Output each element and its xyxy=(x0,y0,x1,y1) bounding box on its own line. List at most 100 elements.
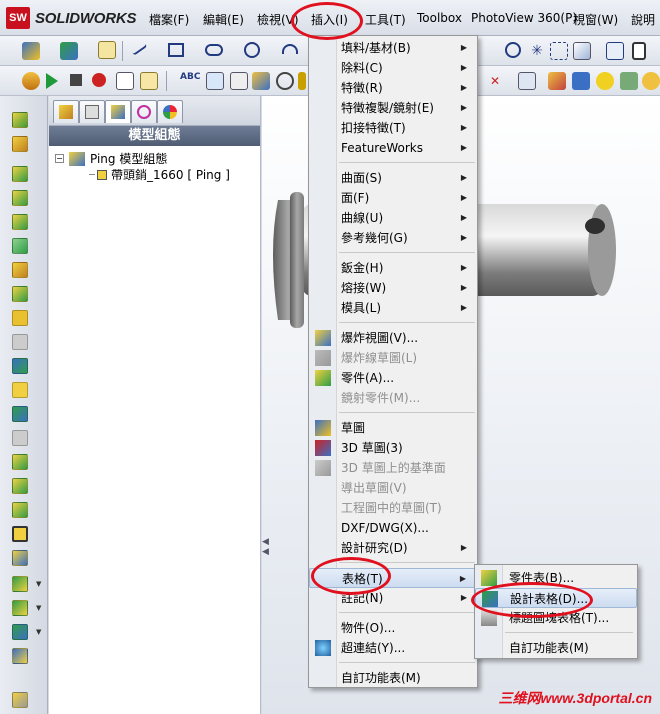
arc-icon[interactable] xyxy=(282,44,298,54)
tree-item-configuration-ping[interactable]: 帶頭銷_1660 [ Ping ] xyxy=(89,166,230,183)
hole-wizard-icon[interactable] xyxy=(12,526,28,542)
circle-icon[interactable] xyxy=(244,42,260,58)
submenu-item[interactable]: 設計表格(D)... xyxy=(475,588,637,608)
chevron-down-icon[interactable]: ▼ xyxy=(36,580,41,588)
tab-feature-tree[interactable] xyxy=(53,100,79,123)
section-properties-icon[interactable] xyxy=(276,72,294,90)
rebuild-icon[interactable] xyxy=(22,72,40,90)
menu-item[interactable]: 鏡射零件(M)... xyxy=(309,388,477,408)
menu-item[interactable]: 3D 草圖(3) xyxy=(309,438,477,458)
tab-configuration-manager[interactable] xyxy=(105,100,131,123)
menu-item[interactable]: DXF/DWG(X)... xyxy=(309,518,477,538)
chamfer-icon[interactable] xyxy=(12,286,28,302)
point-icon[interactable]: ✳ xyxy=(528,42,546,60)
spell-check-icon[interactable]: ABC xyxy=(180,72,200,90)
lofted-boss-icon[interactable] xyxy=(12,238,28,254)
format-painter-icon[interactable] xyxy=(206,72,224,90)
menu-item[interactable]: 面(F) ▶ xyxy=(309,188,477,208)
chevron-down-icon[interactable]: ▼ xyxy=(36,604,41,612)
menu-window[interactable]: 視窗(W) xyxy=(573,11,618,28)
sketch-fillet-icon[interactable] xyxy=(606,42,624,60)
polygon-icon[interactable] xyxy=(505,42,521,58)
toolbox-icon[interactable] xyxy=(620,72,638,90)
wrap-icon[interactable] xyxy=(12,382,28,398)
mirror-entities-icon[interactable] xyxy=(573,42,591,60)
play-macro-icon[interactable] xyxy=(46,73,58,89)
menu-item[interactable]: FeatureWorks ▶ xyxy=(309,138,477,158)
line-icon[interactable] xyxy=(128,38,148,56)
delete-relations-icon[interactable]: ✕ xyxy=(490,72,508,90)
slot-icon[interactable] xyxy=(205,44,223,56)
instant3d-icon[interactable] xyxy=(12,576,28,592)
tab-display-manager[interactable] xyxy=(157,100,183,123)
menu-item[interactable]: 導出草圖(V) xyxy=(309,478,477,498)
swept-boss-icon[interactable] xyxy=(12,214,28,230)
submenu-item[interactable]: 標題圖塊表格(T)... xyxy=(475,608,637,628)
menu-item[interactable]: 模具(L) ▶ xyxy=(309,298,477,318)
chevron-down-icon[interactable]: ▼ xyxy=(36,628,41,636)
menu-item[interactable]: 曲面(S) ▶ xyxy=(309,168,477,188)
shell-icon[interactable] xyxy=(12,358,28,374)
revolved-cut-icon[interactable] xyxy=(12,190,28,206)
menu-item[interactable]: 零件(A)... xyxy=(309,368,477,388)
menu-file[interactable]: 檔案(F) xyxy=(149,11,189,28)
menu-item[interactable]: 超連結(Y)... xyxy=(309,638,477,658)
collapse-icon[interactable]: − xyxy=(55,154,64,163)
sketch-icon[interactable] xyxy=(22,42,40,60)
menu-item[interactable]: 鈑金(H) ▶ xyxy=(309,258,477,278)
menu-edit[interactable]: 編輯(E) xyxy=(203,11,244,28)
menu-item[interactable]: 自訂功能表(M) xyxy=(309,668,477,688)
appearance-icon[interactable] xyxy=(572,72,590,90)
smart-dimension-icon[interactable] xyxy=(60,42,78,60)
menu-item[interactable]: 熔接(W) ▶ xyxy=(309,278,477,298)
menu-item[interactable]: 扣接特徵(T) ▶ xyxy=(309,118,477,138)
menu-item[interactable]: 爆炸視圖(V)... xyxy=(309,328,477,348)
extruded-cut-icon[interactable] xyxy=(12,166,28,182)
split-icon[interactable] xyxy=(12,692,28,708)
submenu-item[interactable]: 自訂功能表(M) xyxy=(475,638,637,658)
tab-dimxpert-manager[interactable] xyxy=(131,100,157,123)
construction-geometry-icon[interactable] xyxy=(550,42,568,60)
reference-geometry-icon[interactable] xyxy=(12,550,28,566)
menu-item[interactable]: 填料/基材(B) ▶ xyxy=(309,38,477,58)
menu-photoview[interactable]: PhotoView 360(P) xyxy=(471,11,577,25)
menu-item[interactable]: 註記(N) ▶ xyxy=(309,588,477,608)
tree-item-configurations-root[interactable]: − Ping 模型組態 xyxy=(55,150,167,167)
rib-icon[interactable] xyxy=(12,310,28,326)
hole-series-icon[interactable] xyxy=(12,600,28,616)
mirror-icon[interactable] xyxy=(12,502,28,518)
edit-macro-icon[interactable] xyxy=(140,72,158,90)
menu-item[interactable]: 參考幾何(G) ▶ xyxy=(309,228,477,248)
revolved-boss-icon[interactable] xyxy=(12,136,28,152)
menu-item[interactable]: 特徵複製/鏡射(E) ▶ xyxy=(309,98,477,118)
menu-item[interactable]: 曲線(U) ▶ xyxy=(309,208,477,228)
sketch-tool-icon[interactable] xyxy=(98,41,116,59)
rectangle-icon[interactable] xyxy=(168,43,184,57)
menu-item[interactable]: 除料(C) ▶ xyxy=(309,58,477,78)
panel-splitter-handle[interactable]: ◀ ◀ xyxy=(262,537,270,563)
linear-pattern-icon[interactable] xyxy=(12,454,28,470)
mass-properties-icon[interactable] xyxy=(252,72,270,90)
menu-item[interactable]: 草圖 xyxy=(309,418,477,438)
dome-icon[interactable] xyxy=(12,430,28,446)
curves-icon[interactable] xyxy=(12,406,28,422)
submenu-item[interactable]: 零件表(B)... xyxy=(475,568,637,588)
curve-icon[interactable] xyxy=(12,624,28,640)
stop-macro-icon[interactable] xyxy=(70,74,82,86)
add-in-icon[interactable] xyxy=(642,72,660,90)
view-orientation-icon[interactable] xyxy=(632,42,646,60)
menu-view[interactable]: 檢視(V) xyxy=(257,11,299,28)
menu-item[interactable]: 工程圖中的草圖(T) xyxy=(309,498,477,518)
tab-property-manager[interactable] xyxy=(79,100,105,123)
menu-item[interactable]: 特徵(R) ▶ xyxy=(309,78,477,98)
freeform-icon[interactable] xyxy=(12,648,28,664)
new-macro-icon[interactable] xyxy=(116,72,134,90)
menu-item[interactable]: 爆炸線草圖(L) xyxy=(309,348,477,368)
fillet-icon[interactable] xyxy=(12,262,28,278)
menu-item[interactable]: 物件(O)... xyxy=(309,618,477,638)
solidworks-logo[interactable]: SW SOLIDWORKS xyxy=(6,7,137,29)
extruded-boss-icon[interactable] xyxy=(12,112,28,128)
menu-help[interactable]: 說明 xyxy=(631,11,655,28)
menu-item[interactable]: 設計研究(D) ▶ xyxy=(309,538,477,558)
menu-insert[interactable]: 插入(I) xyxy=(311,11,348,28)
